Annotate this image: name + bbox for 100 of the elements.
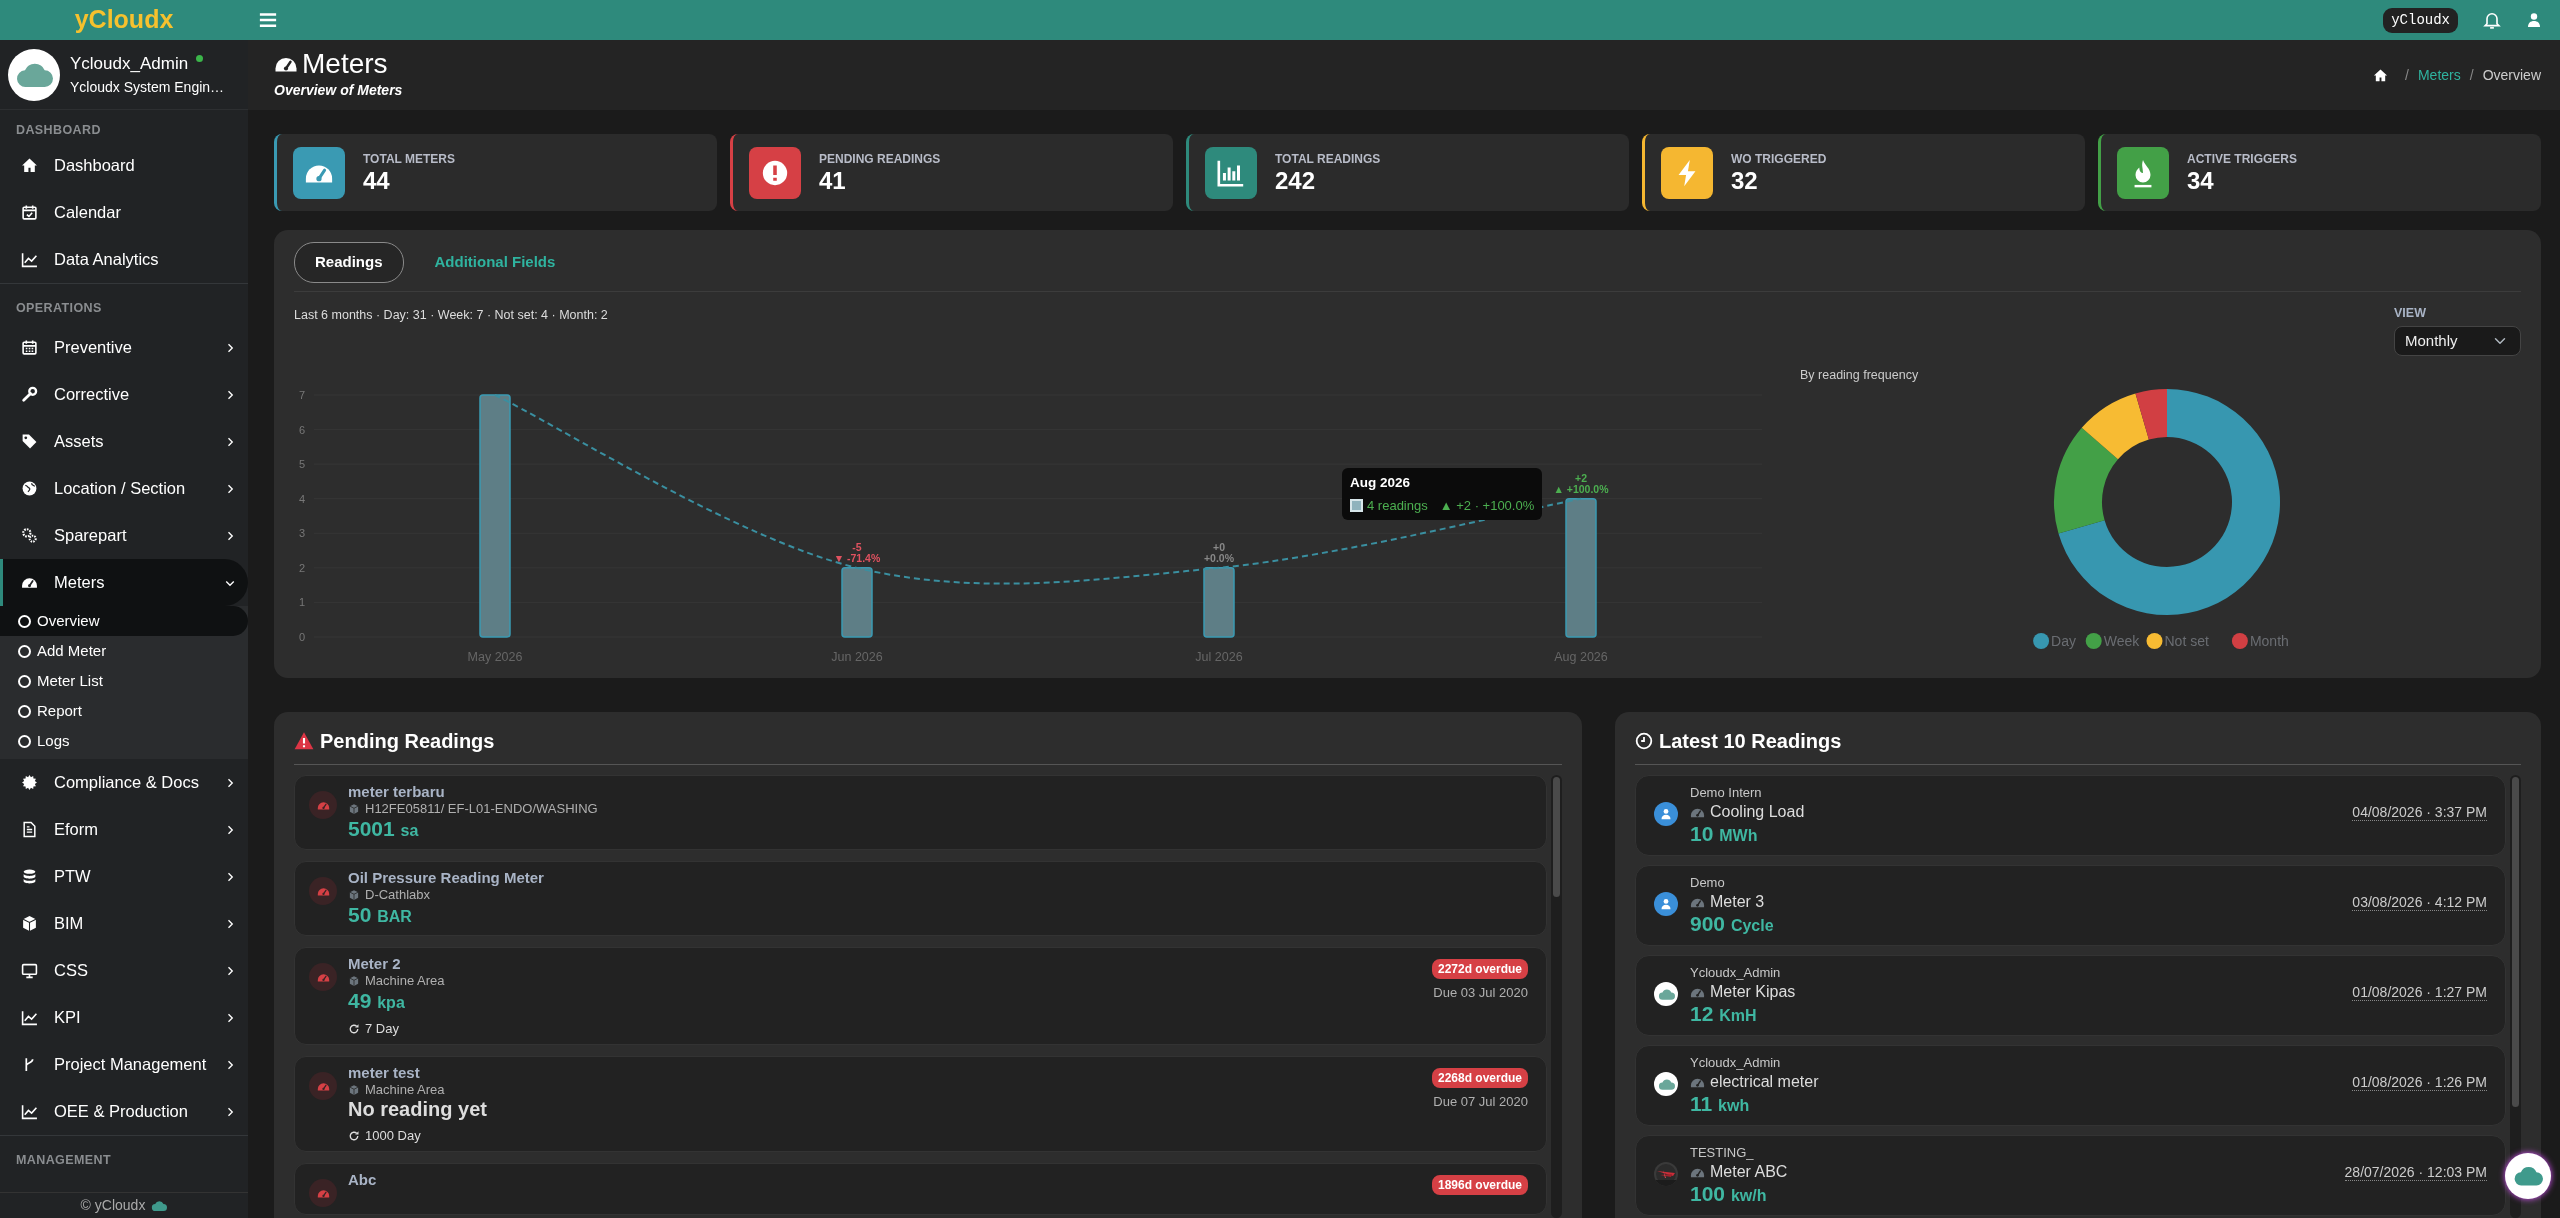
reading-item[interactable]: Ycloudx_Admin Meter Kipas 12 KmH 01/08/2026 · 1:27 PM [1635, 955, 2506, 1036]
reading-value: 11 kwh [1690, 1093, 1751, 1117]
bar [841, 566, 873, 638]
bar [1203, 566, 1235, 638]
nav-item[interactable]: OEE & Production [0, 1088, 248, 1135]
user-name: Demo Intern [1690, 784, 1763, 801]
reading-item[interactable]: TESTING_ Meter ABC 100 kw/h 28/07/2026 · 12:03 PM [1635, 1135, 2506, 1216]
axis-label: 3 [298, 526, 306, 539]
meter-location: D-Cathlabx [365, 887, 431, 903]
line-chart-icon [21, 251, 38, 268]
overdue-badge: 2268d overdue [1431, 1068, 1528, 1088]
scrollbar[interactable] [2510, 775, 2521, 1218]
nav-item[interactable]: CSS [0, 947, 248, 994]
axis-label: 0 [298, 630, 306, 643]
pending-item[interactable]: Oil Pressure Reading Meter D-Cathlabx 50 BAR [294, 861, 1547, 936]
reading-time: 01/08/2026 · 1:27 PM [2352, 984, 2487, 1001]
nav-item[interactable]: Project Management [0, 1041, 248, 1088]
no-reading-text: No reading yet [348, 1098, 488, 1121]
axis-label: Jul 2026 [1195, 649, 1243, 664]
nav-item[interactable]: Dashboard [0, 142, 248, 189]
database-icon [21, 868, 38, 885]
meter-name: Meter ABC [1710, 1162, 1788, 1182]
view-select[interactable]: Monthly [2394, 326, 2521, 357]
user-name: Ycloudx_Admin [70, 53, 189, 76]
footer-text: © yCloudx [80, 1196, 146, 1215]
nav-item[interactable]: Data Analytics [0, 236, 248, 283]
page-title: Meters [302, 49, 388, 80]
pending-item[interactable]: Meter 2 Machine Area 49 kpa 7 Day 2272d overdue Due 03 Jul 2020 [294, 947, 1547, 1045]
reading-value: 5001 sa [348, 817, 420, 842]
nav-item[interactable]: Eform [0, 806, 248, 853]
chart-summary: Last 6 months · Day: 31 · Week: 7 · Not set: 4 · Month: 2 [294, 306, 608, 324]
reading-item[interactable]: Ycloudx_Admin electrical meter 11 kwh 01/08/2026 · 1:26 PM [1635, 1045, 2506, 1126]
delta-label: +0 [1213, 540, 1225, 553]
overdue-badge: 2272d overdue [1431, 959, 1528, 979]
nav-item[interactable]: Corrective [0, 371, 248, 418]
meter-name: Meter 3 [1710, 892, 1765, 912]
clock-icon [1635, 732, 1653, 750]
menu-button[interactable] [258, 10, 278, 30]
stat-value: 41 [819, 168, 847, 195]
nav-item[interactable]: Sparepart [0, 512, 248, 559]
due-date: Due 07 Jul 2020 [1433, 1093, 1528, 1111]
nav-item[interactable]: Assets [0, 418, 248, 465]
change-label: +0.0% [1203, 551, 1235, 564]
document-icon [21, 821, 38, 838]
home-icon [21, 157, 38, 174]
submenu-item[interactable]: Meter List [0, 666, 248, 696]
submenu-item[interactable]: Logs [0, 726, 248, 756]
delta-label: -5 [852, 540, 862, 553]
user-button[interactable] [2526, 12, 2542, 28]
notifications-button[interactable] [2482, 10, 2502, 30]
meter-name: Meter 2 [348, 955, 402, 973]
reading-item[interactable]: Demo Intern Cooling Load 10 MWh 04/08/2026 · 3:37 PM [1635, 775, 2506, 856]
reading-time: 03/08/2026 · 4:12 PM [2352, 894, 2487, 911]
tab[interactable]: Readings [294, 242, 404, 283]
page-subtitle: Overview of Meters [274, 80, 403, 100]
meter-name: meter terbaru [348, 783, 446, 801]
wrench-icon [21, 386, 38, 403]
stat-label: ACTIVE TRIGGERS [2187, 151, 2297, 169]
reading-value: 50 BAR [348, 903, 413, 928]
circle-icon [18, 614, 31, 628]
user-avatar [1654, 802, 1678, 826]
reading-time: 28/07/2026 · 12:03 PM [2344, 1164, 2487, 1181]
cloud-avatar [1654, 982, 1678, 1006]
nav-item[interactable]: Meters [0, 559, 248, 606]
card-title: Latest 10 Readings [1659, 729, 1842, 754]
nav-item[interactable]: KPI [0, 994, 248, 1041]
nav-item[interactable]: Calendar [0, 189, 248, 236]
pending-item[interactable]: meter terbaru H12FE05811/ EF-L01-ENDO/WASHING 5001 sa [294, 775, 1547, 850]
gauge-icon [309, 963, 337, 991]
tab[interactable]: Additional Fields [413, 242, 577, 283]
gauge-icon [309, 1072, 337, 1100]
section-title: MANAGEMENT [15, 1151, 112, 1169]
pending-item[interactable]: Abc 1896d overdue [294, 1163, 1547, 1215]
cube-icon [21, 915, 38, 932]
nav-item[interactable]: PTW [0, 853, 248, 900]
axis-label: Jun 2026 [831, 649, 883, 664]
stat-label: TOTAL READINGS [1275, 151, 1381, 169]
pending-item[interactable]: meter test Machine Area No reading yet 1000 Day 2268d overdue Due 07 Jul 2020 [294, 1056, 1547, 1152]
delta-label: +2 [1575, 471, 1587, 484]
nav-item[interactable]: Location / Section [0, 465, 248, 512]
line-chart-icon [21, 1009, 38, 1026]
reading-item[interactable]: Demo Meter 3 900 Cycle 03/08/2026 · 4:12 PM [1635, 865, 2506, 946]
nav-item[interactable]: Preventive [0, 324, 248, 371]
submenu-item[interactable]: Report [0, 696, 248, 726]
circle-icon [18, 674, 31, 688]
circle-icon [18, 704, 31, 718]
meter-name: Meter Kipas [1710, 982, 1796, 1002]
change-label: ▲ +100.0% [1553, 482, 1609, 495]
meter-name: Abc [348, 1171, 378, 1189]
stat-value: 34 [2187, 168, 2215, 195]
nav-item[interactable]: Compliance & Docs [0, 759, 248, 806]
submenu-item[interactable]: Overview [0, 606, 248, 636]
breadcrumb-link[interactable]: Meters [2417, 64, 2461, 86]
submenu-item[interactable]: Add Meter [0, 636, 248, 666]
user-role: Ycloudx System Engin… [70, 77, 225, 97]
stat-value: 242 [1275, 168, 1317, 195]
frequency: 7 Day [365, 1021, 399, 1037]
scrollbar[interactable] [1551, 775, 1562, 1218]
legend-label: Day [2051, 633, 2076, 650]
nav-item[interactable]: BIM [0, 900, 248, 947]
